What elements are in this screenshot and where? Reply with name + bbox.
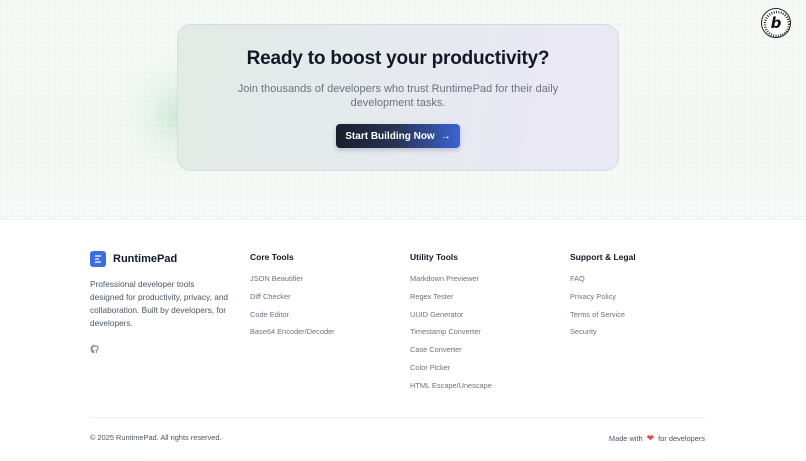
footer-column-core-tools: Core Tools JSON Beautifier Diff Checker … (250, 252, 335, 345)
footer-divider (90, 417, 706, 418)
copyright-text: © 2025 RuntimePad. All rights reserved. (90, 433, 222, 442)
start-building-label: Start Building Now (345, 130, 435, 142)
footer-column-support-legal: Support & Legal FAQ Privacy Policy Terms… (570, 252, 636, 345)
footer-link-security[interactable]: Security (570, 327, 636, 345)
github-icon[interactable] (90, 341, 100, 354)
cta-subtitle: Join thousands of developers who trust R… (237, 83, 559, 109)
runtimepad-logo-icon (90, 251, 106, 267)
footer-link-terms-of-service[interactable]: Terms of Service (570, 310, 636, 328)
heart-icon: ❤ (646, 433, 655, 443)
brand-description: Professional developer tools designed fo… (90, 279, 229, 328)
footer-link-case-converter[interactable]: Case Converter (410, 345, 492, 363)
footer-brand[interactable]: RuntimePad (90, 251, 177, 267)
footer-link-html-escape[interactable]: HTML Escape/Unescape (410, 381, 492, 399)
brand-name: RuntimePad (113, 253, 178, 265)
footer-link-base64[interactable]: Base64 Encoder/Decoder (250, 327, 335, 345)
start-building-button[interactable]: Start Building Now → (336, 124, 460, 148)
column-title: Support & Legal (570, 252, 636, 262)
footer-link-json-beautifier[interactable]: JSON Beautifier (250, 274, 335, 292)
column-title: Core Tools (250, 252, 294, 262)
footer: RuntimePad Professional developer tools … (0, 219, 806, 461)
made-with-text: Made with ❤ for developers (609, 433, 705, 444)
badge-icon[interactable]: b (761, 8, 791, 38)
footer-link-faq[interactable]: FAQ (570, 274, 636, 292)
made-with-prefix: Made with (608, 434, 643, 443)
footer-link-regex-tester[interactable]: Regex Tester (410, 292, 492, 310)
made-with-suffix: for developers (658, 434, 705, 443)
cta-section: Ready to boost your productivity? Join t… (0, 0, 806, 219)
footer-link-markdown-previewer[interactable]: Markdown Previewer (410, 274, 492, 292)
footer-column-utility-tools: Utility Tools Markdown Previewer Regex T… (410, 252, 492, 399)
footer-link-privacy-policy[interactable]: Privacy Policy (570, 292, 636, 310)
arrow-right-icon: → (440, 130, 451, 142)
column-title: Utility Tools (410, 252, 459, 262)
footer-link-code-editor[interactable]: Code Editor (250, 310, 335, 328)
cta-card: Ready to boost your productivity? Join t… (177, 24, 619, 171)
cta-title: Ready to boost your productivity? (246, 48, 550, 69)
badge-ring-icon (763, 10, 791, 38)
footer-link-color-picker[interactable]: Color Picker (410, 363, 492, 381)
footer-link-diff-checker[interactable]: Diff Checker (250, 292, 335, 310)
footer-link-uuid-generator[interactable]: UUID Generator (410, 310, 492, 328)
footer-link-timestamp-converter[interactable]: Timestamp Converter (410, 327, 492, 345)
